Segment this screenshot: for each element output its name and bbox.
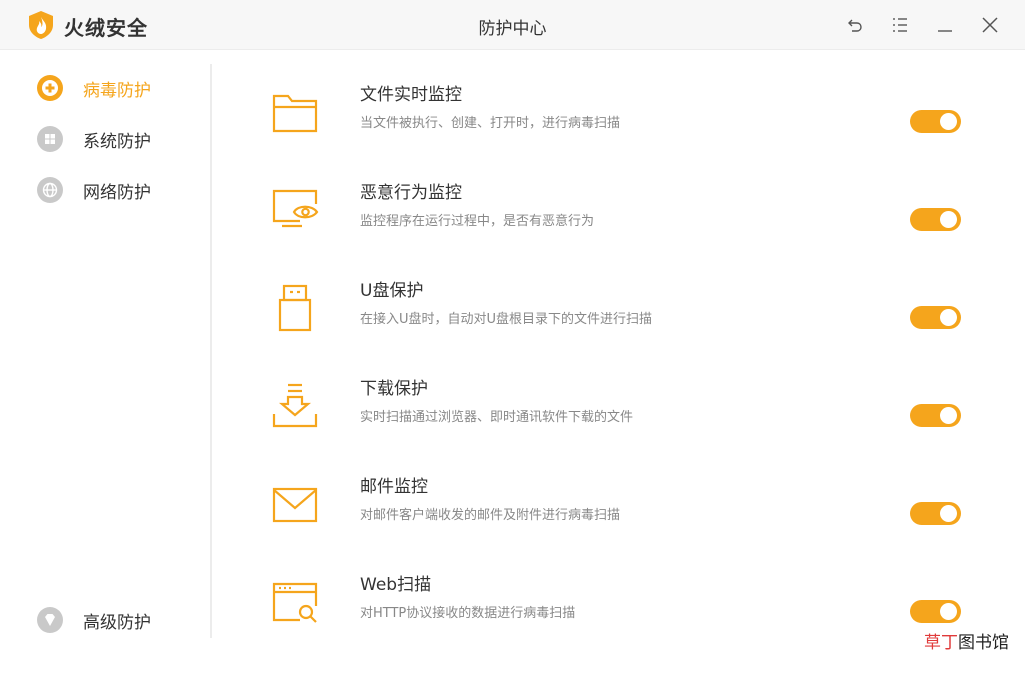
feature-row-usb-protection: U盘保护 在接入U盘时，自动对U盘根目录下的文件进行扫描: [250, 268, 990, 366]
feature-title: 邮件监控: [360, 477, 428, 497]
feature-description: 当文件被执行、创建、打开时，进行病毒扫描: [360, 116, 621, 131]
watermark: 草丁图书馆: [924, 628, 1009, 653]
close-icon: [982, 17, 998, 33]
globe-icon: [37, 177, 63, 203]
sidebar-divider: [210, 64, 212, 638]
folder-icon: [272, 94, 318, 133]
usb-drive-icon: [278, 284, 312, 332]
feature-title: 恶意行为监控: [360, 183, 462, 203]
monitor-eye-icon: [272, 189, 319, 228]
window-title: 防护中心: [478, 19, 547, 39]
feature-description: 实时扫描通过浏览器、即时通讯软件下载的文件: [360, 410, 634, 425]
watermark-part1: 草丁: [924, 633, 958, 653]
feature-row-mail-monitor: 邮件监控 对邮件客户端收发的邮件及附件进行病毒扫描: [250, 464, 990, 562]
file-monitor-toggle[interactable]: [910, 110, 961, 133]
back-icon: [848, 19, 862, 32]
sidebar-item-label: 系统防护: [83, 131, 151, 152]
sidebar-item-label: 高级防护: [83, 612, 151, 633]
web-scan-icon: [272, 582, 318, 623]
menu-button[interactable]: [888, 13, 912, 37]
toggle-knob: [940, 211, 957, 228]
download-protection-toggle[interactable]: [910, 404, 961, 427]
feature-description: 对邮件客户端收发的邮件及附件进行病毒扫描: [360, 508, 621, 523]
feature-title: U盘保护: [360, 281, 424, 301]
usb-protection-toggle[interactable]: [910, 306, 961, 329]
download-icon: [272, 383, 318, 428]
sidebar-item-label: 网络防护: [83, 182, 151, 203]
feature-description: 监控程序在运行过程中，是否有恶意行为: [360, 214, 595, 229]
sidebar-item-virus-protection[interactable]: 病毒防护: [37, 73, 151, 103]
toggle-knob: [940, 113, 957, 130]
minimize-icon: [938, 30, 952, 32]
back-button[interactable]: [843, 13, 867, 37]
mail-icon: [272, 487, 318, 523]
toggle-knob: [940, 309, 957, 326]
feature-description: 在接入U盘时，自动对U盘根目录下的文件进行扫描: [360, 312, 653, 327]
feature-title: 文件实时监控: [360, 85, 462, 105]
sidebar-item-system-protection[interactable]: 系统防护: [37, 124, 151, 154]
close-button[interactable]: [978, 13, 1002, 37]
sidebar-item-network-protection[interactable]: 网络防护: [37, 175, 151, 205]
mail-monitor-toggle[interactable]: [910, 502, 961, 525]
feature-row-web-scan: Web扫描 对HTTP协议接收的数据进行病毒扫描: [250, 562, 990, 660]
sidebar-item-advanced-protection[interactable]: 高级防护: [37, 605, 151, 635]
feature-title: 下载保护: [360, 379, 428, 399]
minimize-button[interactable]: [933, 13, 957, 37]
windows-icon: [37, 126, 63, 152]
toggle-knob: [940, 407, 957, 424]
watermark-part2: 图书馆: [958, 633, 1009, 653]
feature-row-file-monitor: 文件实时监控 当文件被执行、创建、打开时，进行病毒扫描: [250, 72, 990, 170]
feature-title: Web扫描: [360, 575, 432, 595]
menu-icon: [893, 18, 907, 32]
web-scan-toggle[interactable]: [910, 600, 961, 623]
feature-row-behavior-monitor: 恶意行为监控 监控程序在运行过程中，是否有恶意行为: [250, 170, 990, 268]
behavior-monitor-toggle[interactable]: [910, 208, 961, 231]
feature-description: 对HTTP协议接收的数据进行病毒扫描: [360, 606, 576, 621]
sidebar-item-label: 病毒防护: [83, 80, 151, 101]
feature-row-download-protection: 下载保护 实时扫描通过浏览器、即时通讯软件下载的文件: [250, 366, 990, 464]
sidebar: 病毒防护 系统防护 网络防护 高级防护: [0, 51, 210, 675]
diamond-icon: [37, 607, 63, 633]
toggle-knob: [940, 603, 957, 620]
title-bar: 火绒安全 防护中心: [0, 0, 1025, 50]
toggle-knob: [940, 505, 957, 522]
virus-shield-icon: [37, 75, 63, 101]
